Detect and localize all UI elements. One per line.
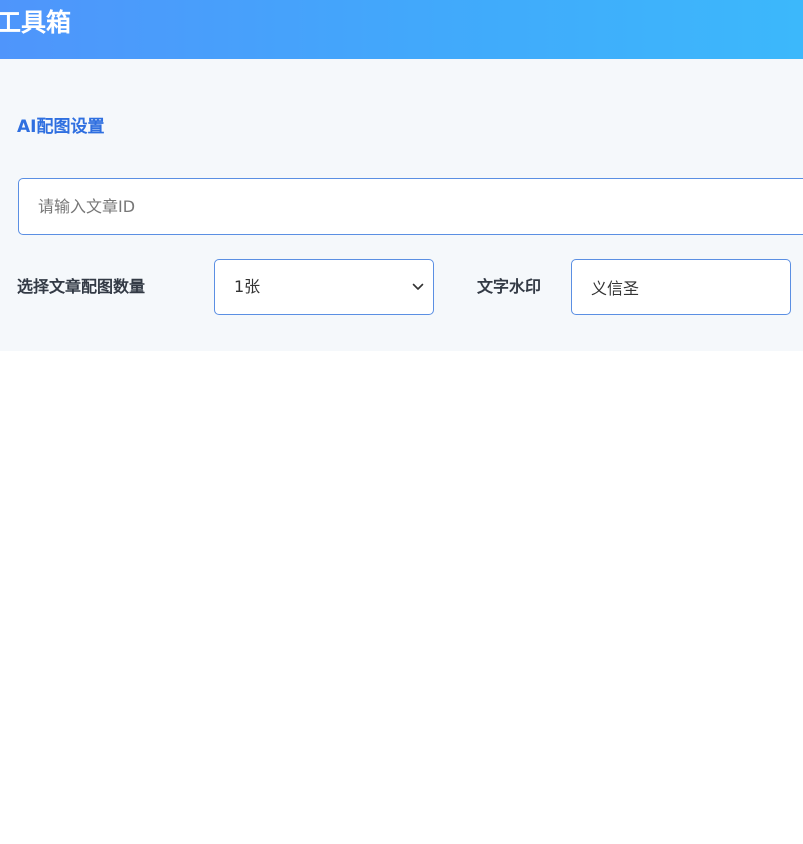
section-title: AI配图设置 <box>17 117 105 137</box>
watermark-label: 文字水印 <box>477 277 542 296</box>
chevron-down-icon <box>412 283 424 290</box>
watermark-input[interactable] <box>571 259 791 315</box>
app-header: 工具箱 <box>0 0 803 59</box>
image-count-value: 1张 <box>234 277 261 296</box>
app-title: 工具箱 <box>0 8 72 37</box>
image-count-label: 选择文章配图数量 <box>17 277 146 296</box>
image-count-select[interactable]: 1张 <box>214 259 434 315</box>
article-id-input[interactable] <box>18 178 803 235</box>
